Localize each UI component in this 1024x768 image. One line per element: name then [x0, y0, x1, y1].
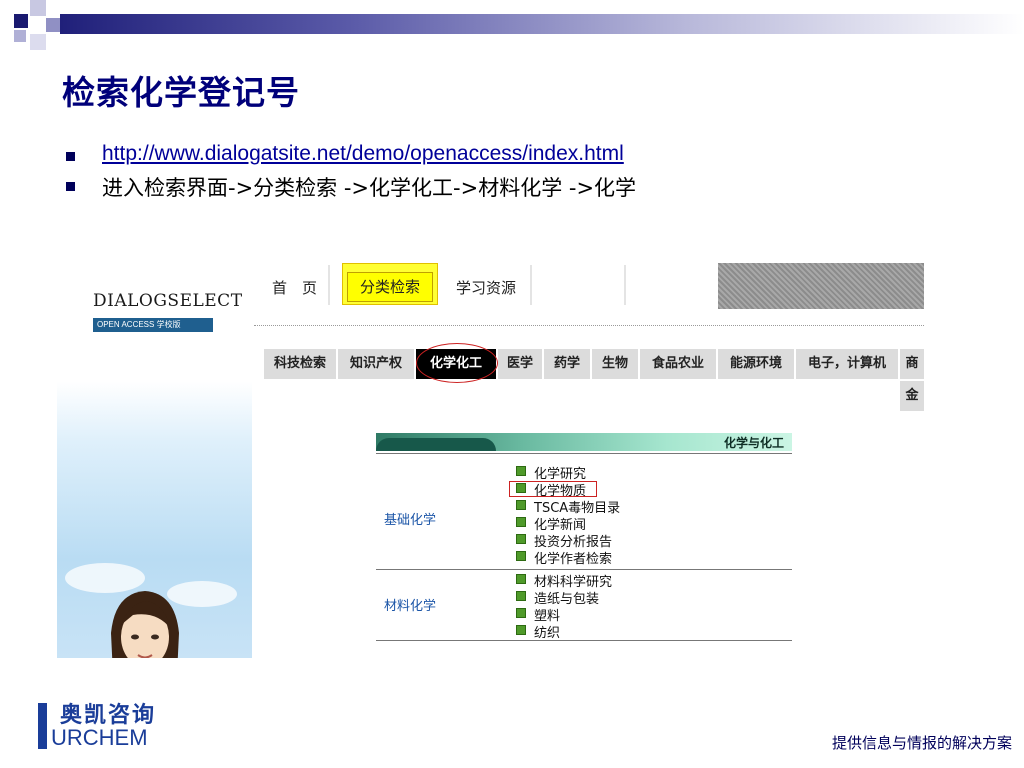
panel-divider	[376, 453, 792, 454]
footer-slogan: 提供信息与情报的解决方案	[831, 734, 1012, 752]
tab-business[interactable]: 商	[900, 349, 924, 379]
tab-overflow: 金	[900, 381, 924, 411]
dialogselect-logo: DIALOGSELECT	[93, 291, 243, 311]
leaf-icon	[516, 466, 526, 476]
category-panel: 化学与化工 基础化学 化学研究 化学物质 TSCA毒物目录 化学新闻 投资分析报…	[376, 433, 792, 643]
header-gradient-bar	[60, 14, 1024, 34]
nav-category-label: 分类检索	[347, 272, 433, 302]
dotted-divider	[254, 325, 924, 326]
logo-english-text: URCHEM	[51, 725, 148, 750]
panel-divider	[376, 640, 792, 641]
leaf-icon	[516, 574, 526, 584]
nav-learning-resources[interactable]: 学习资源	[456, 277, 516, 298]
slide-title: 检索化学登记号	[62, 73, 300, 112]
tab-food-agriculture[interactable]: 食品农业	[640, 349, 718, 379]
ourchem-logo: 奥凯咨询 URCHEM	[38, 697, 188, 753]
decor-square	[46, 18, 60, 32]
open-access-badge: OPEN ACCESS 学校版	[93, 318, 213, 332]
highlight-box	[509, 481, 597, 497]
tab-medicine[interactable]: 医学	[498, 349, 544, 379]
embedded-screenshot: DIALOGSELECT OPEN ACCESS 学校版 首 页 分类检索 学习…	[57, 263, 924, 658]
nav-separator	[624, 265, 626, 305]
bullet-square-icon	[66, 182, 75, 191]
panel-swoosh-decoration	[376, 438, 496, 451]
bullet-square-icon	[66, 152, 75, 161]
leaf-icon	[516, 534, 526, 544]
category-tab-bar: 科技检索 知识产权 化学化工 医学 药学 生物 食品农业 能源环境 电子，计算机…	[264, 349, 924, 379]
panel-header: 化学与化工	[376, 433, 792, 451]
leaf-icon	[516, 500, 526, 510]
section-materials-chemistry[interactable]: 材料化学	[384, 595, 436, 614]
panel-title: 化学与化工	[723, 436, 784, 450]
decor-square	[14, 14, 28, 28]
annotation-circle	[416, 343, 498, 383]
screenshot-main-area: 首 页 分类检索 学习资源 科技检索 知识产权 化学化工 医学 药学 生物 食品…	[252, 263, 924, 658]
nav-home[interactable]: 首 页	[272, 277, 317, 298]
nav-category-search[interactable]: 分类检索	[342, 263, 438, 305]
panel-divider	[376, 569, 792, 570]
url-link[interactable]: http://www.dialogatsite.net/demo/openacc…	[102, 142, 624, 166]
instruction-text: 进入检索界面->分类检索 ->化学化工->材料化学 ->化学	[102, 176, 637, 200]
tab-biology[interactable]: 生物	[592, 349, 640, 379]
leaf-icon	[516, 591, 526, 601]
section-basic-chemistry[interactable]: 基础化学	[384, 509, 436, 528]
leaf-icon	[516, 625, 526, 635]
decor-square	[30, 0, 46, 16]
header-banner-pattern	[718, 263, 924, 309]
tab-science-search[interactable]: 科技检索	[264, 349, 338, 379]
decor-square	[14, 30, 26, 42]
nav-separator	[530, 265, 532, 305]
leaf-icon	[516, 608, 526, 618]
leaf-icon	[516, 517, 526, 527]
tab-intellectual-property[interactable]: 知识产权	[338, 349, 416, 379]
tab-pharmacy[interactable]: 药学	[544, 349, 592, 379]
logo-bar-icon	[38, 703, 47, 749]
tab-energy-environment[interactable]: 能源环境	[718, 349, 796, 379]
decor-square	[30, 34, 46, 50]
leaf-icon	[516, 551, 526, 561]
nav-separator	[328, 265, 330, 305]
screenshot-left-panel: DIALOGSELECT OPEN ACCESS 学校版	[57, 263, 252, 658]
woman-illustration-icon	[111, 591, 179, 658]
tab-electronics-computer[interactable]: 电子，计算机	[796, 349, 900, 379]
